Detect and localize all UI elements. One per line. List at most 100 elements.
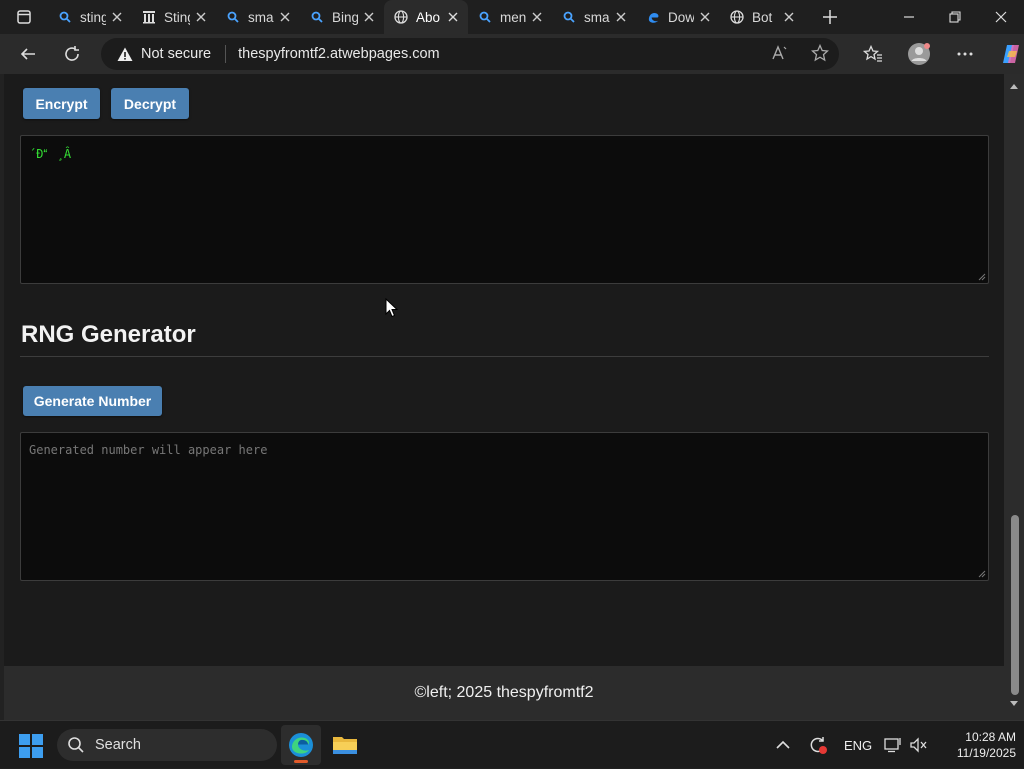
restore-icon bbox=[949, 11, 961, 23]
close-tab-icon[interactable] bbox=[362, 10, 376, 24]
tab-label: men bbox=[500, 9, 526, 25]
language-indicator[interactable]: ENG bbox=[844, 721, 872, 769]
plus-icon bbox=[823, 10, 837, 24]
rng-placeholder: Generated number will appear here bbox=[29, 443, 268, 457]
tab-label: Sting bbox=[164, 9, 190, 25]
rng-output-textarea[interactable]: Generated number will appear here bbox=[20, 432, 989, 581]
close-tab-icon[interactable] bbox=[194, 10, 208, 24]
back-arrow-icon bbox=[20, 48, 35, 60]
edge-icon bbox=[646, 10, 660, 24]
tab-6[interactable]: men bbox=[468, 0, 552, 34]
windows-logo-pane bbox=[32, 734, 43, 745]
scroll-down-icon[interactable] bbox=[1009, 700, 1019, 708]
edge-icon bbox=[289, 733, 313, 757]
tab-label: Bot bbox=[752, 9, 773, 25]
bing-search-icon bbox=[310, 10, 324, 24]
window-controls bbox=[886, 0, 1024, 34]
monitor-icon bbox=[884, 738, 901, 753]
ellipsis-icon bbox=[957, 52, 973, 56]
minimize-icon bbox=[904, 16, 914, 18]
browser-toolbar: Not secure thespyfromtf2.atwebpages.com bbox=[0, 34, 1024, 74]
scroll-up-icon[interactable] bbox=[1009, 82, 1019, 90]
tab-4[interactable]: Bing bbox=[300, 0, 384, 34]
globe-icon bbox=[730, 10, 744, 24]
page-scrollbar[interactable] bbox=[1004, 74, 1024, 720]
back-button[interactable] bbox=[6, 34, 50, 74]
close-tab-icon[interactable] bbox=[278, 10, 292, 24]
tab-8[interactable]: Dow bbox=[636, 0, 720, 34]
chevron-up-icon bbox=[776, 740, 790, 749]
close-tab-icon[interactable] bbox=[782, 10, 796, 24]
address-bar-actions bbox=[771, 44, 829, 62]
minimize-button[interactable] bbox=[886, 0, 932, 34]
windows-logo-pane bbox=[32, 747, 43, 758]
scrollbar-thumb[interactable] bbox=[1011, 515, 1019, 695]
warning-icon[interactable] bbox=[117, 45, 135, 63]
tab-label: Dow bbox=[668, 9, 694, 25]
search-icon bbox=[68, 737, 84, 753]
footer-text: ©left; 2025 thespyfromtf2 bbox=[414, 684, 594, 701]
tray-update[interactable] bbox=[808, 721, 828, 769]
taskbar-clock[interactable]: 10:28 AM 11/19/2025 bbox=[936, 729, 1016, 761]
tab-actions-icon bbox=[17, 10, 31, 24]
encrypt-button[interactable]: Encrypt bbox=[23, 88, 100, 119]
refresh-icon bbox=[65, 46, 79, 61]
windows-logo-pane bbox=[19, 747, 30, 758]
tab-9[interactable]: Bot bbox=[720, 0, 804, 34]
close-window-button[interactable] bbox=[978, 0, 1024, 34]
page-footer: ©left; 2025 thespyfromtf2 bbox=[4, 666, 1004, 720]
tray-volume[interactable] bbox=[910, 721, 928, 769]
decrypt-button[interactable]: Decrypt bbox=[111, 88, 189, 119]
rng-heading: RNG Generator bbox=[21, 321, 196, 348]
restore-button[interactable] bbox=[932, 0, 978, 34]
windows-logo-pane bbox=[19, 734, 30, 745]
close-tab-icon[interactable] bbox=[530, 10, 544, 24]
tab-2[interactable]: Sting bbox=[132, 0, 216, 34]
bing-search-icon bbox=[58, 10, 72, 24]
taskbar-edge[interactable] bbox=[281, 725, 321, 765]
start-button[interactable] bbox=[19, 734, 43, 758]
read-aloud-icon[interactable] bbox=[771, 44, 789, 62]
tray-network[interactable] bbox=[884, 721, 902, 769]
tab-1[interactable]: sting bbox=[48, 0, 132, 34]
more-options-button[interactable] bbox=[942, 34, 988, 74]
tab-strip: sting Sting smal Bing Abo men smal Dow B bbox=[0, 0, 1024, 34]
tab-7[interactable]: smal bbox=[552, 0, 636, 34]
speaker-muted-icon bbox=[910, 737, 927, 753]
resize-grip-icon[interactable] bbox=[978, 570, 986, 578]
close-icon bbox=[995, 11, 1007, 23]
cipher-output-textarea[interactable]: ´Ð¸Â bbox=[20, 135, 989, 284]
refresh-button[interactable] bbox=[50, 34, 94, 74]
tab-label: smal bbox=[584, 9, 610, 25]
clock-time: 10:28 AM bbox=[965, 730, 1016, 744]
tab-5-active[interactable]: Abo bbox=[384, 0, 468, 34]
tray-show-hidden[interactable] bbox=[776, 721, 790, 769]
folder-icon bbox=[333, 737, 357, 754]
taskbar-search[interactable]: Search bbox=[57, 729, 277, 761]
taskbar-file-explorer[interactable] bbox=[325, 725, 365, 765]
security-label[interactable]: Not secure bbox=[141, 46, 211, 62]
url-text[interactable]: thespyfromtf2.atwebpages.com bbox=[238, 46, 440, 62]
copilot-icon bbox=[1003, 45, 1019, 63]
tab-3[interactable]: smal bbox=[216, 0, 300, 34]
tab-actions-button[interactable] bbox=[0, 0, 48, 34]
profile-button[interactable] bbox=[896, 34, 942, 74]
avatar-icon bbox=[908, 43, 930, 65]
close-tab-icon[interactable] bbox=[446, 10, 460, 24]
resize-grip-icon[interactable] bbox=[978, 273, 986, 281]
favorites-button[interactable] bbox=[850, 34, 896, 74]
copilot-button[interactable] bbox=[988, 34, 1024, 74]
active-app-indicator bbox=[294, 760, 308, 763]
new-tab-button[interactable] bbox=[810, 0, 850, 34]
clock-date: 11/19/2025 bbox=[956, 746, 1016, 760]
close-tab-icon[interactable] bbox=[614, 10, 628, 24]
bing-search-icon bbox=[226, 10, 240, 24]
globe-icon bbox=[394, 10, 408, 24]
tab-label: smal bbox=[248, 9, 274, 25]
address-bar[interactable]: Not secure thespyfromtf2.atwebpages.com bbox=[101, 38, 839, 70]
generate-number-button[interactable]: Generate Number bbox=[23, 386, 162, 416]
favorite-star-icon[interactable] bbox=[811, 44, 829, 62]
search-label: Search bbox=[95, 737, 141, 753]
close-tab-icon[interactable] bbox=[110, 10, 124, 24]
close-tab-icon[interactable] bbox=[698, 10, 712, 24]
